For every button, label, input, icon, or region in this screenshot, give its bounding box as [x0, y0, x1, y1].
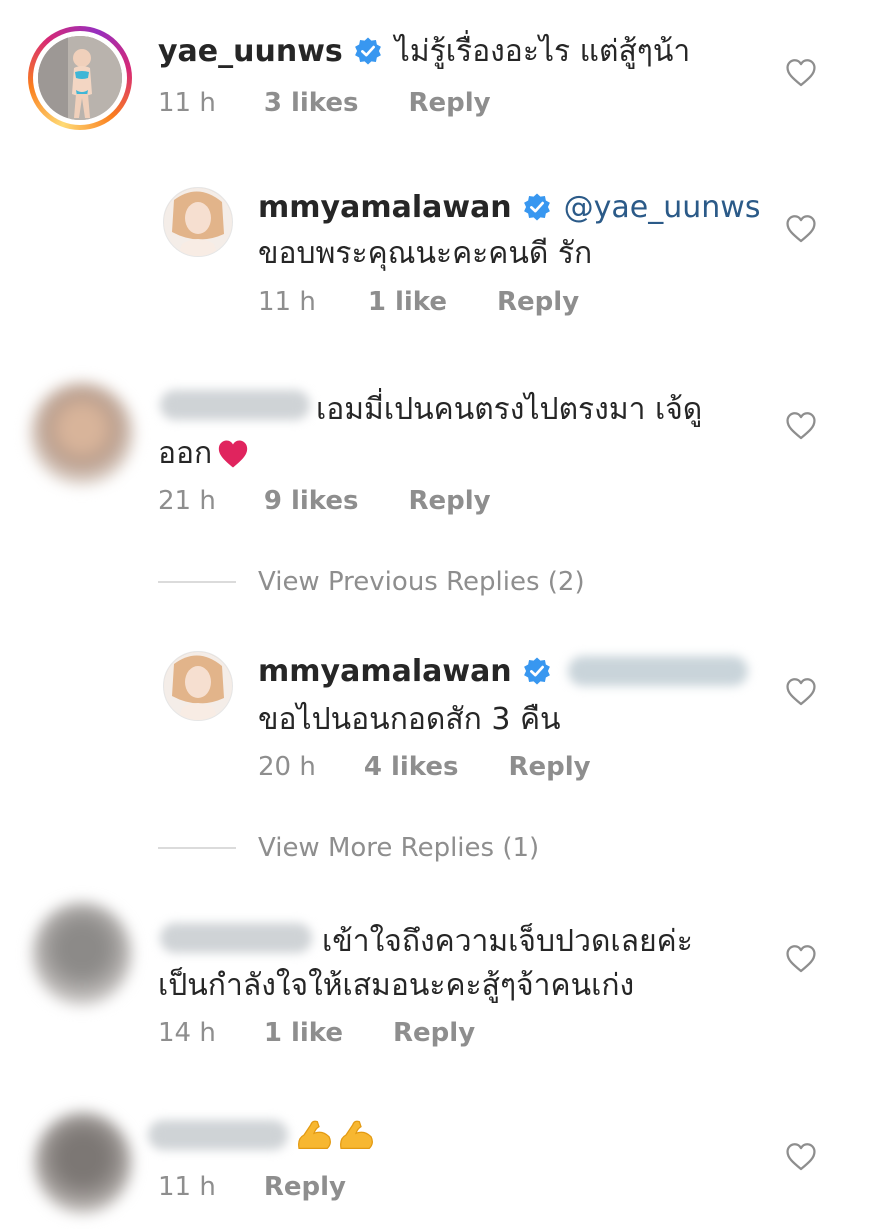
comment-text: เป็นกำลังใจให้เสมอนะคะสู้ๆจ้าคนเก่ง	[158, 968, 635, 1003]
comment-time[interactable]: 20 h	[258, 752, 316, 782]
story-ring[interactable]	[28, 26, 132, 130]
comment-text: เอมมี่เปนคนตรงไปตรงมา เจ้ดู	[316, 392, 703, 427]
avatar[interactable]	[32, 902, 132, 1006]
divider-line	[158, 581, 236, 583]
heart-outline-icon[interactable]	[784, 56, 818, 90]
heart-outline-icon[interactable]	[784, 1140, 818, 1174]
comment-meta: 21 h 9 likes Reply	[158, 486, 491, 516]
like-count[interactable]: 3 likes	[264, 88, 359, 118]
username[interactable]: mmyamalawan	[258, 654, 512, 689]
reply-button[interactable]: Reply	[409, 88, 491, 118]
view-previous-replies-button[interactable]: View Previous Replies (2)	[258, 567, 585, 597]
verified-badge-icon	[522, 192, 552, 222]
like-count[interactable]: 4 likes	[364, 752, 459, 782]
comment-text: ขอบพระคุณนะคะคนดี รัก	[258, 236, 593, 271]
flexed-biceps-emoji	[298, 1120, 331, 1149]
blurred-mention[interactable]	[567, 656, 748, 686]
comment-header: mmyamalawan @yae_uunws	[258, 186, 760, 228]
comment-time[interactable]: 14 h	[158, 1018, 216, 1048]
reply-button[interactable]: Reply	[497, 287, 579, 317]
avatar[interactable]	[163, 187, 233, 257]
red-heart-emoji	[219, 440, 248, 467]
avatar[interactable]	[38, 36, 122, 120]
blurred-username[interactable]	[148, 1120, 288, 1150]
avatar-photo	[164, 188, 232, 256]
blurred-username[interactable]	[160, 923, 312, 953]
heart-outline-icon[interactable]	[784, 942, 818, 976]
reply-button[interactable]: Reply	[509, 752, 591, 782]
comment-time[interactable]: 21 h	[158, 486, 216, 516]
avatar[interactable]	[163, 651, 233, 721]
view-more-replies-button[interactable]: View More Replies (1)	[258, 833, 539, 863]
blurred-username[interactable]	[160, 390, 310, 420]
divider-line	[158, 847, 236, 849]
comment-meta: 11 h Reply	[158, 1172, 346, 1202]
flexed-biceps-emoji	[340, 1120, 373, 1149]
comment-time[interactable]: 11 h	[158, 1172, 216, 1202]
avatar-photo	[38, 36, 122, 120]
like-count[interactable]: 1 like	[368, 287, 447, 317]
like-count[interactable]: 9 likes	[264, 486, 359, 516]
avatar-photo	[164, 652, 232, 720]
heart-outline-icon[interactable]	[784, 675, 818, 709]
mention-link[interactable]: @yae_uunws	[564, 190, 761, 225]
reply-button[interactable]: Reply	[264, 1172, 346, 1202]
avatar[interactable]	[30, 382, 134, 486]
heart-outline-icon[interactable]	[784, 212, 818, 246]
comment-time[interactable]: 11 h	[258, 287, 316, 317]
reply-button[interactable]: Reply	[409, 486, 491, 516]
comment-text-line: ออก	[158, 430, 250, 477]
comment-header: mmyamalawan	[258, 650, 748, 692]
comment-meta: 20 h 4 likes Reply	[258, 752, 591, 782]
avatar[interactable]	[34, 1112, 132, 1214]
comment-header: yae_uunws ไม่รู้เรื่องอะไร แต่สู้ๆน้า	[158, 30, 690, 72]
comment-meta: 14 h 1 like Reply	[158, 1018, 475, 1048]
comment-text: เข้าใจถึงความเจ็บปวดเลยค่ะ	[322, 924, 693, 959]
comment-time[interactable]: 11 h	[158, 88, 216, 118]
emoji-group	[294, 1114, 376, 1156]
username[interactable]: mmyamalawan	[258, 190, 512, 225]
verified-badge-icon	[353, 36, 383, 66]
username[interactable]: yae_uunws	[158, 34, 343, 69]
comment-meta: 11 h 1 like Reply	[258, 287, 579, 317]
reply-button[interactable]: Reply	[393, 1018, 475, 1048]
comment-text: ไม่รู้เรื่องอะไร แต่สู้ๆน้า	[394, 33, 691, 69]
comment-text: ออก	[158, 436, 213, 471]
verified-badge-icon	[522, 656, 552, 686]
like-count[interactable]: 1 like	[264, 1018, 343, 1048]
comment-text: ขอไปนอนกอดสัก 3 คืน	[258, 702, 561, 737]
heart-outline-icon[interactable]	[784, 409, 818, 443]
comment-meta: 11 h 3 likes Reply	[158, 88, 491, 118]
